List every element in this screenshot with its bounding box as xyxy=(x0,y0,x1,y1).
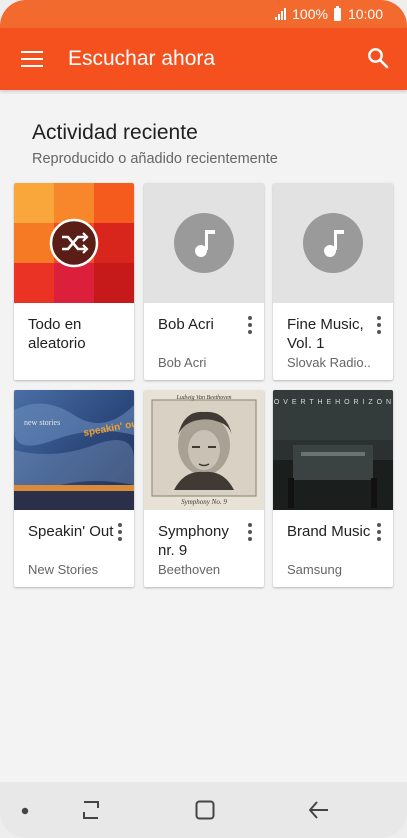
more-options-icon[interactable] xyxy=(242,523,258,541)
card-title: Brand Music xyxy=(287,523,371,540)
battery-percent: 100% xyxy=(292,6,328,22)
card-speakin-out[interactable]: new stories speakin' out Speakin' Out Ne… xyxy=(14,390,134,587)
music-note-placeholder-art xyxy=(144,183,264,303)
more-options-icon[interactable] xyxy=(371,316,387,334)
album-cover-art: O V E R T H E H O R I Z O N xyxy=(273,390,393,510)
card-title: Todo en aleatorio xyxy=(28,316,86,352)
app-title: Escuchar ahora xyxy=(68,47,216,70)
card-subtitle: New Stories xyxy=(28,562,99,577)
shuffle-icon xyxy=(49,218,99,268)
cover-text: Symphony No. 9 xyxy=(181,498,227,506)
album-cover-art: Ludwig Van Beethoven Symphony No. 9 xyxy=(144,390,264,510)
hamburger-menu-icon[interactable] xyxy=(21,51,43,68)
clock: 10:00 xyxy=(347,6,383,22)
album-cover-art: new stories speakin' out xyxy=(14,390,134,510)
card-title: Symphony nr. 9 xyxy=(158,523,229,559)
card-title: Speakin' Out xyxy=(28,523,114,540)
card-bob-acri[interactable]: Bob Acri Bob Acri xyxy=(144,183,264,380)
card-fine-music[interactable]: Fine Music, Vol. 1 Slovak Radio.. xyxy=(273,183,393,380)
card-title: Bob Acri xyxy=(158,316,214,333)
card-shuffle-all[interactable]: Todo en aleatorio xyxy=(14,183,134,380)
card-subtitle: Slovak Radio.. xyxy=(287,355,371,370)
recent-apps-icon[interactable] xyxy=(80,800,102,820)
more-options-icon[interactable] xyxy=(242,316,258,334)
battery-icon xyxy=(333,5,341,21)
card-title: Fine Music, Vol. 1 xyxy=(287,316,364,352)
card-subtitle: Bob Acri xyxy=(158,355,207,370)
app-bar: Escuchar ahora xyxy=(0,28,407,90)
card-subtitle: Beethoven xyxy=(158,562,221,577)
card-brand-music[interactable]: O V E R T H E H O R I Z O N Brand Music … xyxy=(273,390,393,587)
more-options-icon[interactable] xyxy=(112,523,128,541)
search-icon[interactable] xyxy=(367,47,389,69)
section-title: Actividad reciente xyxy=(32,121,198,144)
signal-icon xyxy=(275,8,287,20)
back-icon[interactable] xyxy=(307,799,331,821)
more-options-icon[interactable] xyxy=(371,523,387,541)
music-note-placeholder-art xyxy=(273,183,393,303)
card-subtitle: Samsung xyxy=(287,562,342,577)
cover-text: O V E R T H E H O R I Z O N xyxy=(274,399,392,406)
status-bar: 100% 10:00 xyxy=(0,0,407,28)
shuffle-mosaic-art xyxy=(14,183,134,303)
phone-screen: 100% 10:00 Escuchar ahora Actividad reci… xyxy=(0,0,407,838)
home-icon[interactable] xyxy=(194,799,216,821)
cover-text: new stories xyxy=(24,418,60,427)
dot-icon[interactable] xyxy=(20,806,30,816)
navigation-bar xyxy=(0,782,407,838)
card-symphony-9[interactable]: Ludwig Van Beethoven Symphony No. 9 Symp… xyxy=(144,390,264,587)
cover-text: Ludwig Van Beethoven xyxy=(176,395,232,401)
section-subtitle: Reproducido o añadido recientemente xyxy=(32,151,278,167)
